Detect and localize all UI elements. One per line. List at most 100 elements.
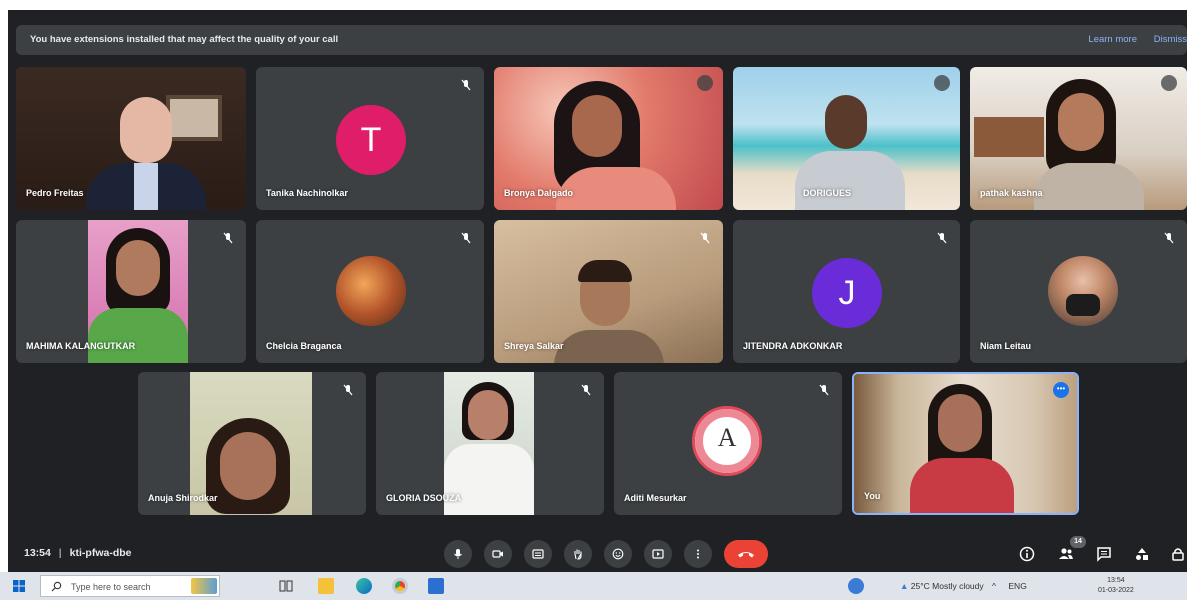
chrome-icon[interactable]: [392, 578, 408, 594]
tray-chevron-icon[interactable]: ^: [992, 581, 996, 591]
person-head: [825, 95, 867, 149]
person-top: [444, 444, 534, 515]
participant-name: Aditi Mesurkar: [624, 493, 687, 503]
people-icon: [1059, 548, 1073, 559]
participant-avatar: A: [692, 406, 762, 476]
participant-tile-shreya[interactable]: Shreya Salkar: [494, 220, 723, 363]
camera-button[interactable]: [484, 540, 512, 568]
mic-button[interactable]: [444, 540, 472, 568]
activities-button[interactable]: [1132, 544, 1152, 564]
weather-icon: ▲: [900, 581, 909, 591]
participant-name: Tanika Nachinolkar: [266, 188, 348, 198]
person-head: [938, 394, 982, 452]
participant-tile-gloria[interactable]: GLORIA DSOUZA: [376, 372, 604, 515]
mic-off-icon: [1161, 75, 1177, 91]
host-controls-button[interactable]: [1168, 544, 1187, 564]
participant-tile-anuja[interactable]: Anuja Shirodkar: [138, 372, 366, 515]
avatar-initial: J: [838, 274, 856, 312]
edge-icon[interactable]: [356, 578, 372, 594]
windows-icon[interactable]: [13, 580, 25, 592]
participant-tile-dorigues[interactable]: DORIGUES: [733, 67, 960, 210]
activities-icon: [1136, 548, 1148, 560]
person-head: [468, 390, 508, 440]
mic-off-icon: [581, 384, 591, 396]
chat-icon: [1097, 547, 1111, 562]
participant-name: pathak kashna: [980, 188, 1043, 198]
participant-name: DORIGUES: [803, 188, 852, 198]
person-top: [910, 458, 1014, 513]
chat-button[interactable]: [1094, 544, 1114, 564]
store-icon[interactable]: [428, 578, 444, 594]
participant-tile-you[interactable]: ••• You: [852, 372, 1079, 515]
participant-tile-mahima[interactable]: MAHIMA KALANGUTKAR: [16, 220, 246, 363]
meeting-info-button[interactable]: [1017, 544, 1037, 564]
mic-off-icon: [937, 232, 947, 244]
wall-frame: [166, 95, 222, 141]
language-indicator[interactable]: ENG: [1008, 581, 1026, 591]
mic-off-icon: [461, 79, 471, 91]
raise-hand-button[interactable]: [564, 540, 592, 568]
taskbar-clock[interactable]: 13:54 01-03-2022: [1098, 576, 1134, 596]
mic-off-icon: [1164, 232, 1174, 244]
participant-avatar: [336, 256, 406, 326]
meeting-details: 13:54 | kti-pfwa-dbe: [24, 547, 132, 559]
person-head: [120, 97, 172, 163]
participant-tile-aditi[interactable]: A Aditi Mesurkar: [614, 372, 842, 515]
participant-avatar: J: [812, 258, 882, 328]
search-placeholder: Type here to search: [71, 582, 151, 592]
participant-tile-pathak[interactable]: pathak kashna: [970, 67, 1187, 210]
person-top: [88, 308, 188, 363]
raise-hand-icon: [574, 549, 582, 560]
mic-off-icon: [819, 384, 829, 396]
task-view-icon[interactable]: [279, 579, 293, 593]
lock-icon: [1172, 548, 1184, 561]
windows-taskbar: Type here to search ▲ 25°C Mostly cloudy…: [0, 572, 1187, 600]
mic-icon: [454, 549, 462, 559]
file-explorer-icon[interactable]: [318, 578, 334, 594]
google-meet-window: You have extensions installed that may a…: [8, 10, 1187, 572]
participant-name: Bronya Dalgado: [504, 188, 574, 198]
mic-off-icon: [343, 384, 353, 396]
taskbar-date: 01-03-2022: [1098, 587, 1134, 594]
person-head: [116, 240, 160, 296]
person-shirt: [795, 151, 905, 210]
weather-text[interactable]: 25°C Mostly cloudy: [911, 581, 984, 591]
participant-name: You: [864, 491, 881, 501]
info-icon: [1019, 546, 1035, 562]
separator: |: [58, 547, 62, 559]
camera-icon: [492, 550, 503, 558]
taskbar-search-box[interactable]: Type here to search: [40, 575, 220, 597]
participant-name: Chelcia Braganca: [266, 341, 342, 351]
mic-off-icon: [700, 232, 710, 244]
person-hair: [578, 260, 632, 282]
avatar-initial: A: [717, 423, 737, 452]
meeting-code: kti-pfwa-dbe: [69, 547, 132, 559]
more-options-button[interactable]: [684, 540, 712, 568]
captions-button[interactable]: [524, 540, 552, 568]
dismiss-button[interactable]: Dismiss: [1154, 34, 1187, 45]
mic-off-icon: [223, 232, 233, 244]
present-icon: [652, 549, 664, 559]
participant-tile-jitendra[interactable]: J JITENDRA ADKONKAR: [733, 220, 960, 363]
present-button[interactable]: [644, 540, 672, 568]
person-shirt: [134, 163, 158, 210]
extensions-warning-banner: You have extensions installed that may a…: [16, 25, 1187, 55]
person-head: [1058, 93, 1104, 151]
end-call-button[interactable]: [724, 540, 768, 568]
more-options-icon[interactable]: •••: [1053, 382, 1069, 398]
participant-tile-chelcia[interactable]: Chelcia Braganca: [256, 220, 484, 363]
emoji-button[interactable]: [604, 540, 632, 568]
participant-tile-tanika[interactable]: T Tanika Nachinolkar: [256, 67, 484, 210]
participant-tile-niam[interactable]: Niam Leitau: [970, 220, 1187, 363]
screen: You have extensions installed that may a…: [0, 0, 1187, 600]
participant-tile-bronya[interactable]: Bronya Dalgado: [494, 67, 723, 210]
participant-name: GLORIA DSOUZA: [386, 493, 462, 503]
learn-more-link[interactable]: Learn more: [1088, 34, 1137, 45]
person-top: [1034, 163, 1144, 210]
mic-off-icon: [461, 232, 471, 244]
app-icon[interactable]: [848, 578, 864, 594]
participant-name: Pedro Freitas: [26, 188, 84, 198]
participant-tile-pedro[interactable]: Pedro Freitas: [16, 67, 246, 210]
mask: [1066, 294, 1100, 316]
person-head: [572, 95, 622, 157]
